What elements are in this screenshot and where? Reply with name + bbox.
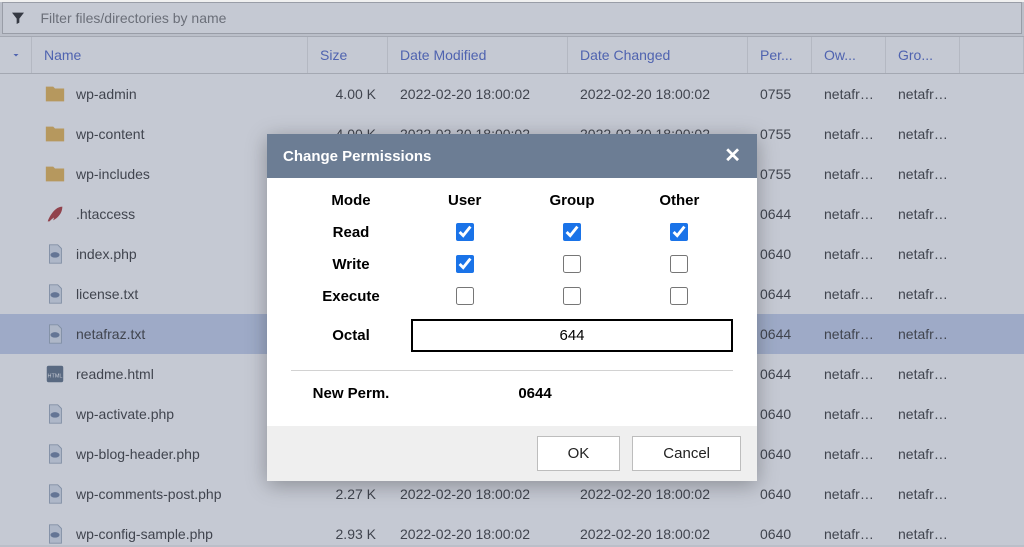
checkbox-group-write[interactable] — [563, 255, 581, 273]
divider — [291, 370, 733, 371]
perm-header-mode: Mode — [331, 192, 370, 209]
perm-row-execute: Execute — [322, 288, 380, 305]
checkbox-other-execute[interactable] — [670, 287, 688, 305]
perm-header-user: User — [448, 192, 481, 209]
ok-button[interactable]: OK — [537, 436, 621, 471]
dialog-title: Change Permissions — [283, 148, 431, 165]
octal-input[interactable] — [411, 319, 733, 352]
checkbox-group-read[interactable] — [563, 223, 581, 241]
checkbox-user-read[interactable] — [456, 223, 474, 241]
checkbox-group-execute[interactable] — [563, 287, 581, 305]
checkbox-other-read[interactable] — [670, 223, 688, 241]
perm-header-group: Group — [549, 192, 594, 209]
perm-row-read: Read — [333, 224, 370, 241]
perm-row-write: Write — [332, 256, 369, 273]
modal-overlay: Change Permissions ✕ Mode User Group Oth… — [0, 2, 1024, 547]
checkbox-other-write[interactable] — [670, 255, 688, 273]
new-perm-value: 0644 — [518, 385, 625, 402]
new-perm-label: New Perm. — [291, 385, 411, 402]
cancel-button[interactable]: Cancel — [632, 436, 741, 471]
octal-label: Octal — [291, 327, 411, 344]
checkbox-user-write[interactable] — [456, 255, 474, 273]
close-icon[interactable]: ✕ — [724, 146, 741, 166]
perm-header-other: Other — [659, 192, 699, 209]
checkbox-user-execute[interactable] — [456, 287, 474, 305]
change-permissions-dialog: Change Permissions ✕ Mode User Group Oth… — [267, 134, 757, 481]
